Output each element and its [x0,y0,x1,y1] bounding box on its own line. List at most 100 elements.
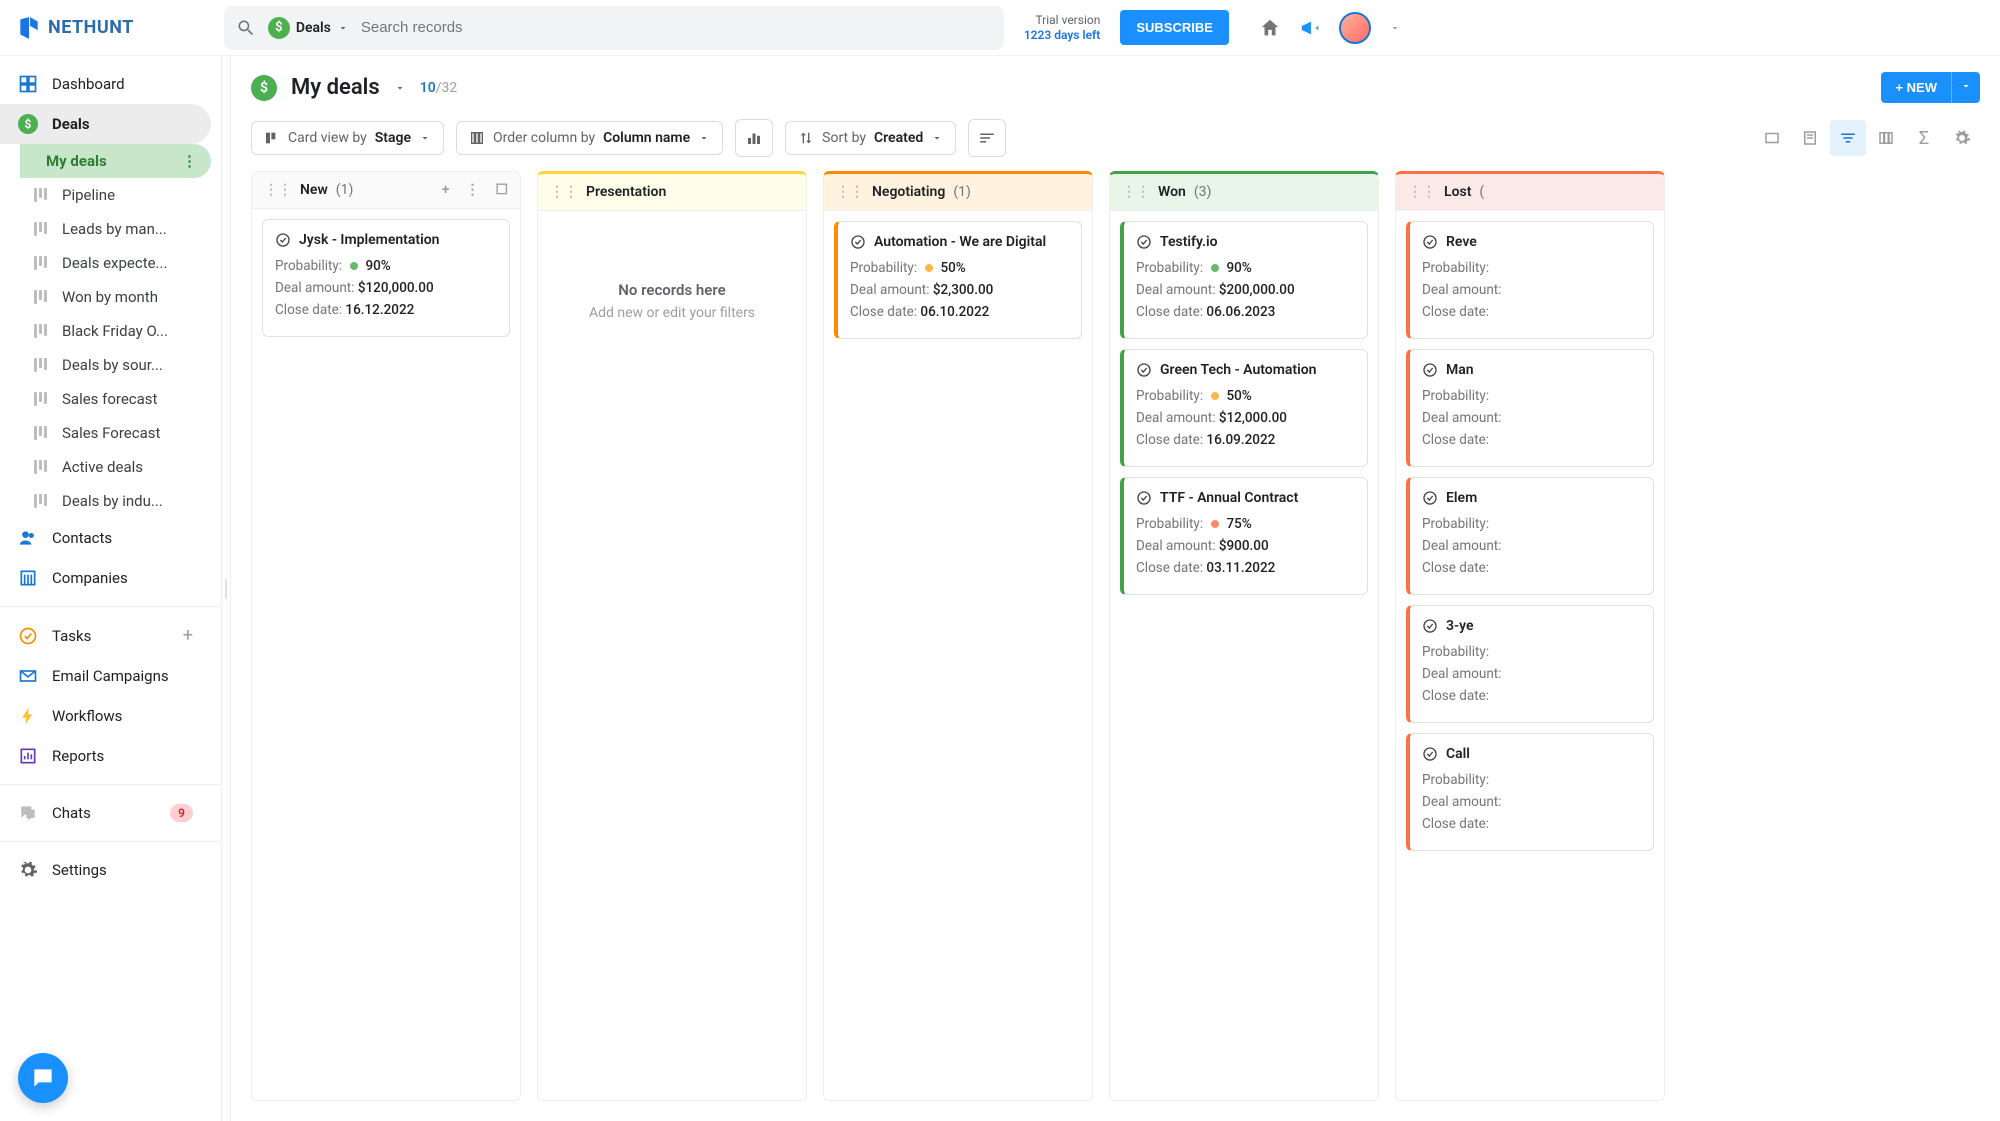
plus-icon[interactable]: + [183,625,193,646]
more-icon[interactable]: ⋮ [182,152,197,170]
page-title: My deals [291,75,380,100]
search-icon [236,18,256,38]
sort-selector[interactable]: Sort by Created [785,121,956,155]
sidebar-item-tasks[interactable]: Tasks + [0,615,211,656]
sidebar-item-email[interactable]: Email Campaigns [0,656,211,696]
grip-icon[interactable]: ⋮⋮ [836,184,864,200]
sidebar-subitem[interactable]: Pipeline [20,178,211,212]
sidebar-subitem[interactable]: Deals expecte... [20,246,211,280]
deal-card[interactable]: Jysk - ImplementationProbability: 90%Dea… [262,219,510,337]
column-header[interactable]: ⋮⋮New (1)+⋮☐ [252,172,520,209]
check-circle-icon [1422,490,1438,506]
filter-button[interactable] [1830,120,1866,156]
more-icon[interactable]: ⋮ [465,182,479,198]
amount-value: $12,000.00 [1219,410,1287,426]
checkbox-icon[interactable]: ☐ [495,182,508,198]
probability-value: 90% [1226,260,1251,276]
trial-days[interactable]: 1223 days left [1024,28,1101,42]
home-icon[interactable] [1259,17,1281,39]
search-context[interactable]: $ Deals [268,17,349,39]
subscribe-button[interactable]: SUBSCRIBE [1120,10,1229,45]
cardview-selector[interactable]: Card view by Stage [251,121,444,155]
view-grid-button[interactable] [1754,120,1790,156]
board-icon [264,130,280,146]
column-count: ( [1479,184,1484,200]
card-title: Call [1446,746,1470,762]
search-context-label: Deals [296,20,331,36]
view-list-button[interactable] [1792,120,1828,156]
sidebar-subitem[interactable]: Black Friday O... [20,314,211,348]
sidebar-subitem[interactable]: Sales forecast [20,382,211,416]
announce-icon[interactable] [1299,17,1321,39]
probability-value: 75% [1226,516,1251,532]
sidebar-item-settings[interactable]: Settings [0,850,211,890]
sidebar-subitem[interactable]: Deals by sour... [20,348,211,382]
plus-icon[interactable]: + [442,182,450,198]
chart-button[interactable] [735,119,773,157]
settings-button[interactable] [1944,120,1980,156]
sidebar-item-dashboard[interactable]: Dashboard [0,64,211,104]
empty-state: No records hereAdd new or edit your filt… [548,221,796,381]
sidebar-subitem[interactable]: My deals⋮ [20,144,211,178]
grip-icon[interactable]: ⋮⋮ [550,184,578,200]
deal-card[interactable]: ElemProbability: Deal amount: Close date… [1406,477,1654,595]
chevron-down-icon[interactable] [1389,22,1401,34]
sidebar-subitem[interactable]: Won by month [20,280,211,314]
sidebar-item-contacts[interactable]: Contacts [0,518,211,558]
dollar-icon: $ [251,75,277,101]
sidebar-item-label: Contacts [52,529,112,547]
sort-lines-button[interactable] [968,119,1006,157]
column-title: Presentation [586,184,666,200]
check-circle-icon [275,232,291,248]
grip-icon[interactable]: ⋮⋮ [1408,184,1436,200]
field-label: Probability: [1422,516,1489,532]
new-button[interactable]: + NEW [1881,72,1951,103]
sidebar-item-chats[interactable]: Chats 9 [0,793,211,833]
logo[interactable]: NETHUNT [16,15,134,41]
board-column-won: ⋮⋮Won (3) Testify.ioProbability: 90%Deal … [1109,171,1379,1101]
sidebar-item-deals[interactable]: $ Deals [0,104,211,144]
probability-dot [350,262,358,270]
sidebar-subitem[interactable]: Sales Forecast [20,416,211,450]
sidebar-subitem[interactable]: Active deals [20,450,211,484]
order-selector[interactable]: Order column by Column name [456,121,723,155]
sidebar-item-companies[interactable]: Companies [0,558,211,598]
search-input[interactable] [361,19,992,36]
deal-card[interactable]: 3-yeProbability: Deal amount: Close date… [1406,605,1654,723]
sidebar-resize-handle[interactable] [222,56,230,1121]
sidebar-item-reports[interactable]: Reports [0,736,211,776]
deal-card[interactable]: CallProbability: Deal amount: Close date… [1406,733,1654,851]
chevron-down-icon [698,132,710,144]
probability-value: 90% [365,258,390,274]
sidebar-subitem[interactable]: Deals by indu... [20,484,211,518]
board-column-presentation: ⋮⋮ Presentation No records hereAdd new or … [537,171,807,1101]
deal-card[interactable]: Green Tech - AutomationProbability: 50%D… [1120,349,1368,467]
column-header[interactable]: ⋮⋮Negotiating (1) [824,174,1092,211]
board-column-new: ⋮⋮New (1)+⋮☐Jysk - ImplementationProbabi… [251,171,521,1101]
chevron-down-icon[interactable] [394,82,406,94]
deal-card[interactable]: TTF - Annual ContractProbability: 75%Dea… [1120,477,1368,595]
deal-card[interactable]: ReveProbability: Deal amount: Close date… [1406,221,1654,339]
kanban-mini-icon [34,392,50,406]
check-circle-icon [1422,234,1438,250]
column-header[interactable]: ⋮⋮Lost ( [1396,174,1664,211]
empty-subtitle: Add new or edit your filters [568,305,776,321]
sidebar-subitem[interactable]: Leads by man... [20,212,211,246]
field-label: Probability: [1422,388,1489,404]
new-button-dropdown[interactable] [1951,72,1980,103]
avatar[interactable] [1339,12,1371,44]
top-bar: NETHUNT $ Deals Trial version 1223 days … [0,0,2000,56]
deal-card[interactable]: Testify.ioProbability: 90%Deal amount: $… [1120,221,1368,339]
column-header[interactable]: ⋮⋮Won (3) [1110,174,1378,211]
grip-icon[interactable]: ⋮⋮ [264,182,292,198]
columns-button[interactable] [1868,120,1904,156]
grip-icon[interactable]: ⋮⋮ [1122,184,1150,200]
sum-button[interactable]: Σ [1906,120,1942,156]
deal-card[interactable]: Automation - We are DigitalProbability: … [834,221,1082,339]
deal-card[interactable]: ManProbability: Deal amount: Close date: [1406,349,1654,467]
sidebar-item-workflows[interactable]: Workflows [0,696,211,736]
column-header[interactable]: ⋮⋮ Presentation [538,174,806,211]
chats-icon [18,803,38,823]
search-bar[interactable]: $ Deals [224,6,1004,50]
intercom-fab[interactable] [18,1053,68,1103]
